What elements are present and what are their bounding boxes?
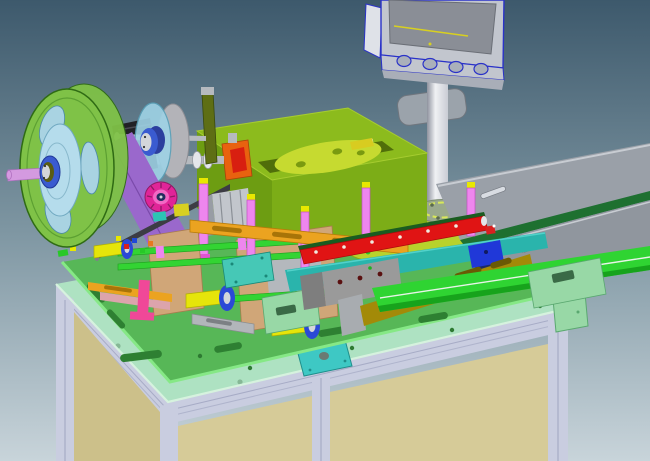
monitor-button-1[interactable] [397,56,411,67]
hmi-monitor [364,0,504,90]
cad-render-viewport [0,0,650,461]
monitor-button-3[interactable] [449,62,463,73]
monitor-button-2[interactable] [423,59,437,70]
table-post-corner [160,402,178,461]
monitor-button-4[interactable] [474,64,488,75]
monitor-side-face [364,4,382,58]
